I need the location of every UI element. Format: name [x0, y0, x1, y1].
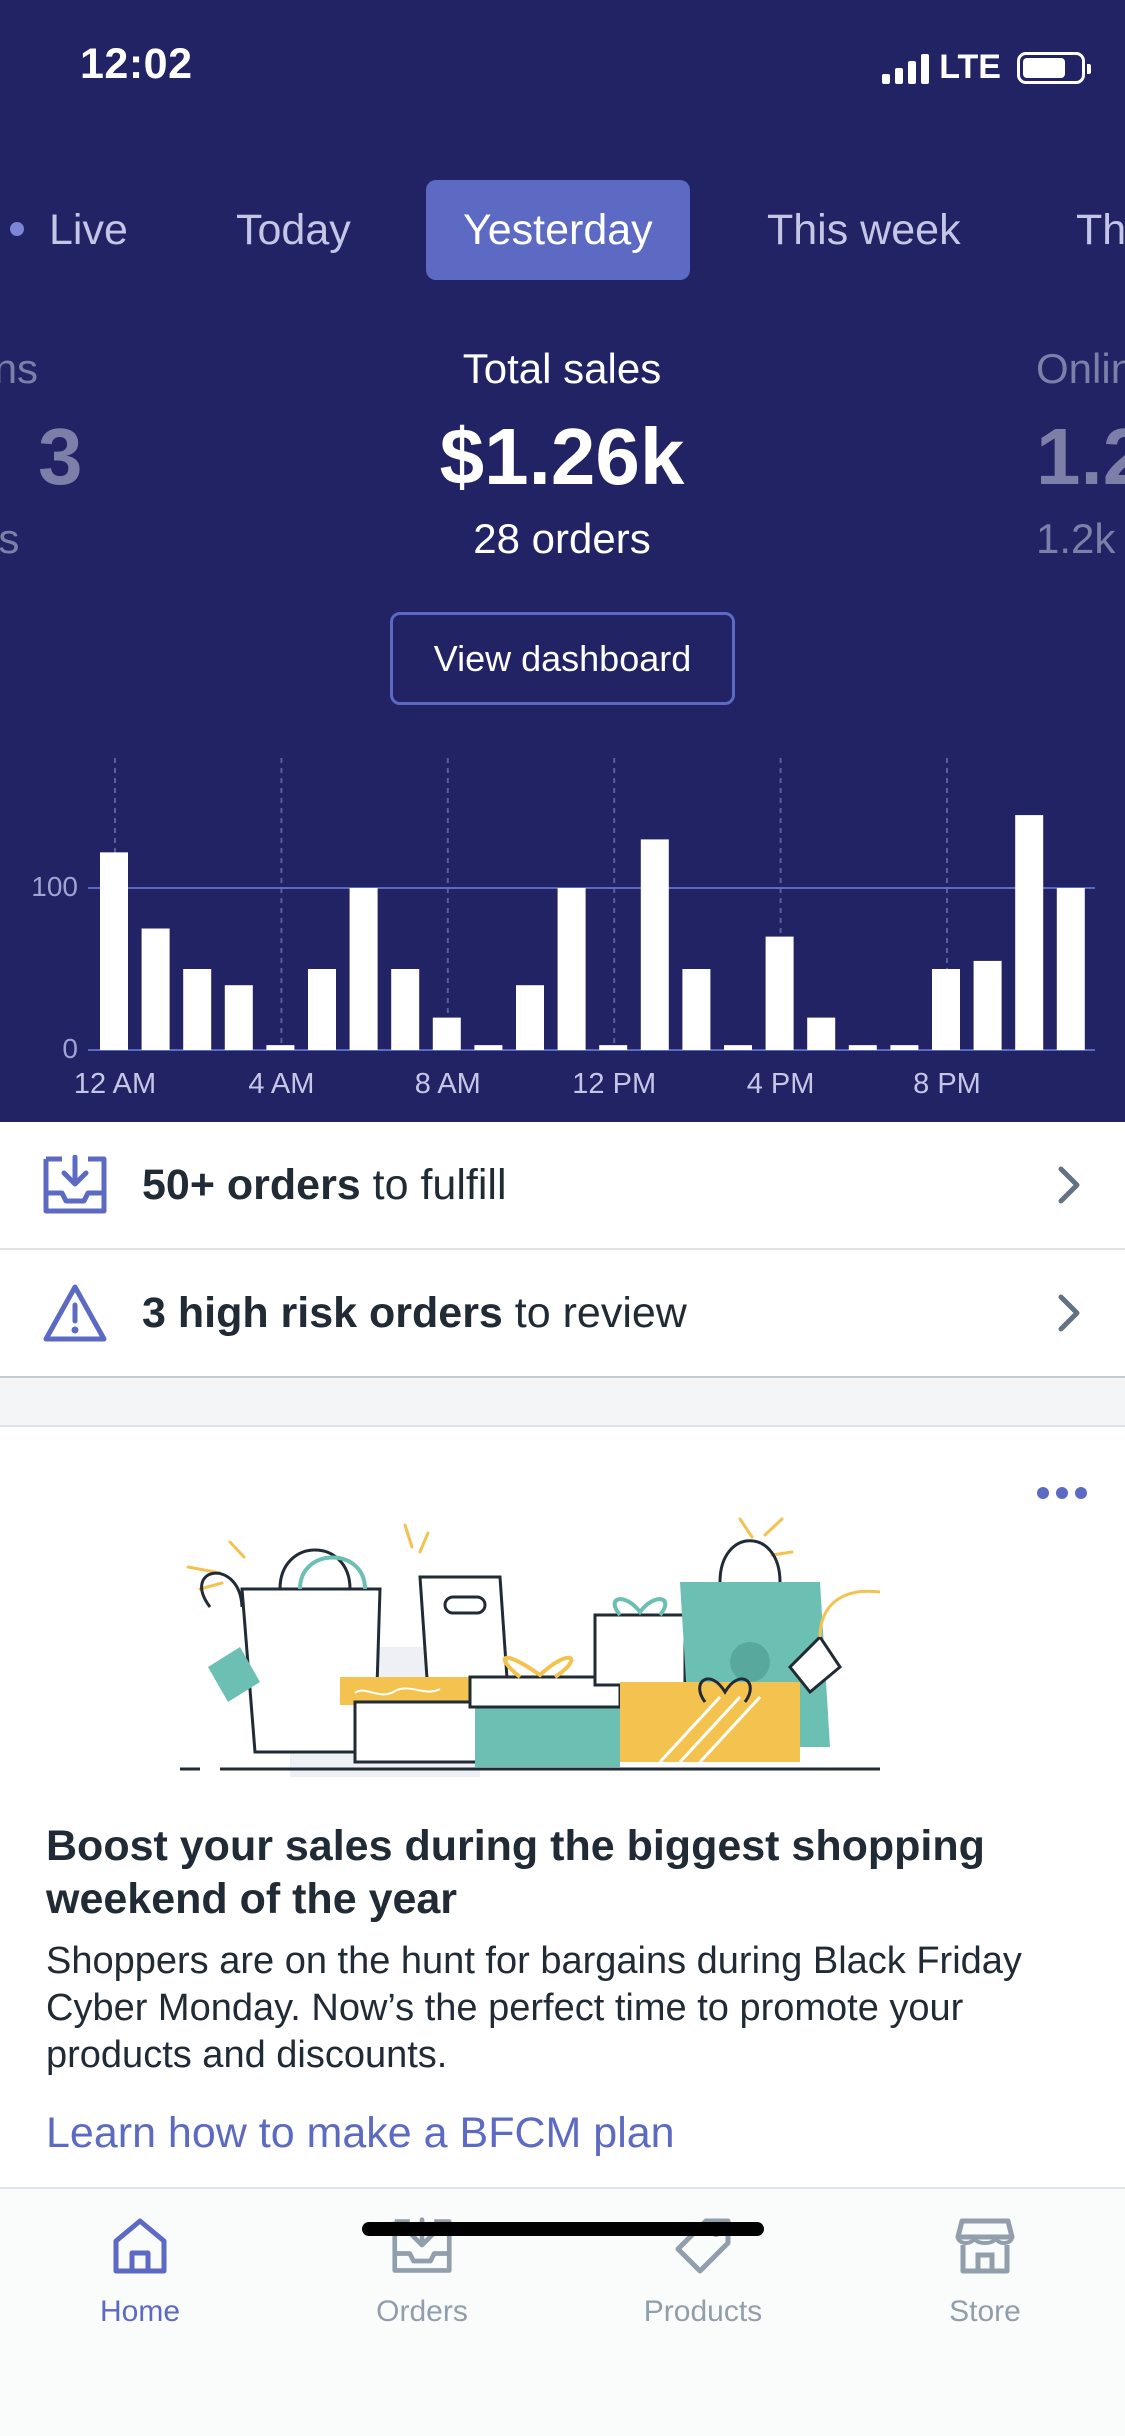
card-title: Boost your sales during the biggest shop…	[46, 1822, 985, 1923]
chart-x-tick-label: 8 PM	[913, 1068, 981, 1100]
shopping-bags-illustration	[180, 1517, 920, 1777]
nav-label: Home	[99, 2295, 181, 2328]
chart-bar	[765, 936, 794, 1050]
battery-icon	[1017, 51, 1091, 84]
chart-y-tick-label: 0	[62, 1033, 78, 1064]
row-divider	[0, 1376, 1125, 1378]
home-indicator	[362, 2222, 764, 2236]
chart-bar	[100, 852, 128, 1050]
inbox-download-icon	[43, 1155, 107, 1214]
metric-value: 3	[38, 412, 83, 501]
nav-store[interactable]: Store	[885, 2215, 1085, 2329]
metric-sessions[interactable]: sions 3 itors	[0, 345, 140, 563]
chart-bar	[224, 985, 253, 1050]
chart-x-tick-label: 12 AM	[74, 1068, 156, 1100]
nav-label: Store	[949, 2295, 1021, 2328]
chart-bar	[183, 969, 212, 1050]
chart-bar	[1056, 888, 1085, 1050]
chart-bar	[141, 928, 170, 1050]
bfcm-plan-link[interactable]: Learn how to make a BFCM plan	[46, 2109, 675, 2158]
chart-x-tick-label: 4 AM	[248, 1068, 314, 1100]
chart-bar	[890, 1045, 919, 1050]
metric-label: Onlin	[1036, 345, 1125, 392]
chart-bar	[349, 888, 378, 1050]
chart-bar	[932, 969, 960, 1050]
view-dashboard-button[interactable]: View dashboard	[390, 612, 735, 705]
home-icon	[113, 2218, 167, 2274]
metric-total-sales[interactable]: Total sales $1.26k 28 orders	[312, 345, 812, 563]
chart-y-tick-label: 100	[31, 871, 78, 902]
status-indicators: LTE	[882, 48, 1091, 87]
live-indicator-icon	[10, 222, 24, 236]
metric-value: 1.2	[1036, 412, 1125, 501]
metric-sub: 1.2k	[1036, 515, 1116, 562]
tab-next[interactable]: Th	[1076, 180, 1125, 280]
date-range-tabs: Live Today Yesterday This week Th	[0, 180, 1125, 280]
chart-bar	[599, 1045, 628, 1050]
chevron-right-icon	[1058, 1294, 1080, 1332]
nav-label: Orders	[376, 2295, 468, 2328]
tab-this-week[interactable]: This week	[767, 180, 961, 280]
chart-x-tick-label: 12 PM	[572, 1068, 656, 1100]
card-body: Shoppers are on the hunt for bargains du…	[46, 1940, 1022, 2076]
chart-bar	[807, 1017, 836, 1050]
metric-label: Total sales	[462, 345, 662, 392]
chart-bar	[432, 1017, 461, 1050]
metric-sub: itors	[0, 515, 20, 562]
metric-value: $1.26k	[439, 412, 685, 501]
warning-triangle-icon	[43, 1284, 107, 1342]
chart-bar	[1015, 815, 1044, 1050]
status-time: 12:02	[80, 40, 193, 88]
orders-to-fulfill-row[interactable]: 50+ orders to fulfill	[0, 1122, 1125, 1248]
chart-bar	[266, 1045, 295, 1050]
orders-to-fulfill-text: 50+ orders to fulfill	[142, 1160, 507, 1209]
chart-x-tick-label: 8 AM	[415, 1068, 481, 1100]
metric-online[interactable]: Onlin 1.2 1.2k	[1036, 345, 1125, 563]
chart-bar	[474, 1045, 503, 1050]
chart-x-tick-label: 4 PM	[747, 1068, 815, 1100]
store-icon	[955, 2218, 1015, 2274]
bfcm-promo-card: Boost your sales during the biggest shop…	[0, 1425, 1125, 2187]
nav-home[interactable]: Home	[40, 2215, 240, 2329]
analytics-header: 12:02 LTE Live Today Yesterday This week…	[0, 0, 1125, 1122]
hourly-sales-chart: 100 0 12 AM 4 AM 8 AM 12 PM 4 PM 8 PM	[31, 758, 1095, 1100]
chart-bar	[640, 839, 669, 1050]
nav-label: Products	[643, 2295, 763, 2328]
chart-bar	[516, 985, 544, 1050]
chart-bar	[848, 1045, 877, 1050]
high-risk-orders-text: 3 high risk orders to review	[142, 1288, 687, 1337]
chart-bar	[557, 888, 586, 1050]
chart-bar	[724, 1045, 752, 1050]
chart-bar	[973, 960, 1002, 1050]
network-label: LTE	[939, 48, 1001, 86]
chart-bar	[682, 969, 711, 1050]
metric-sub: 28 orders	[473, 515, 651, 562]
high-risk-orders-row[interactable]: 3 high risk orders to review	[0, 1250, 1125, 1376]
signal-icon	[882, 52, 930, 84]
tab-today[interactable]: Today	[236, 180, 351, 280]
tab-yesterday[interactable]: Yesterday	[426, 180, 690, 280]
chevron-right-icon	[1058, 1166, 1080, 1204]
tab-live[interactable]: Live	[49, 180, 128, 280]
more-options-icon[interactable]	[1037, 1487, 1087, 1499]
metric-label: sions	[0, 345, 39, 392]
chart-bar	[391, 969, 420, 1050]
chart-bar	[308, 969, 336, 1050]
